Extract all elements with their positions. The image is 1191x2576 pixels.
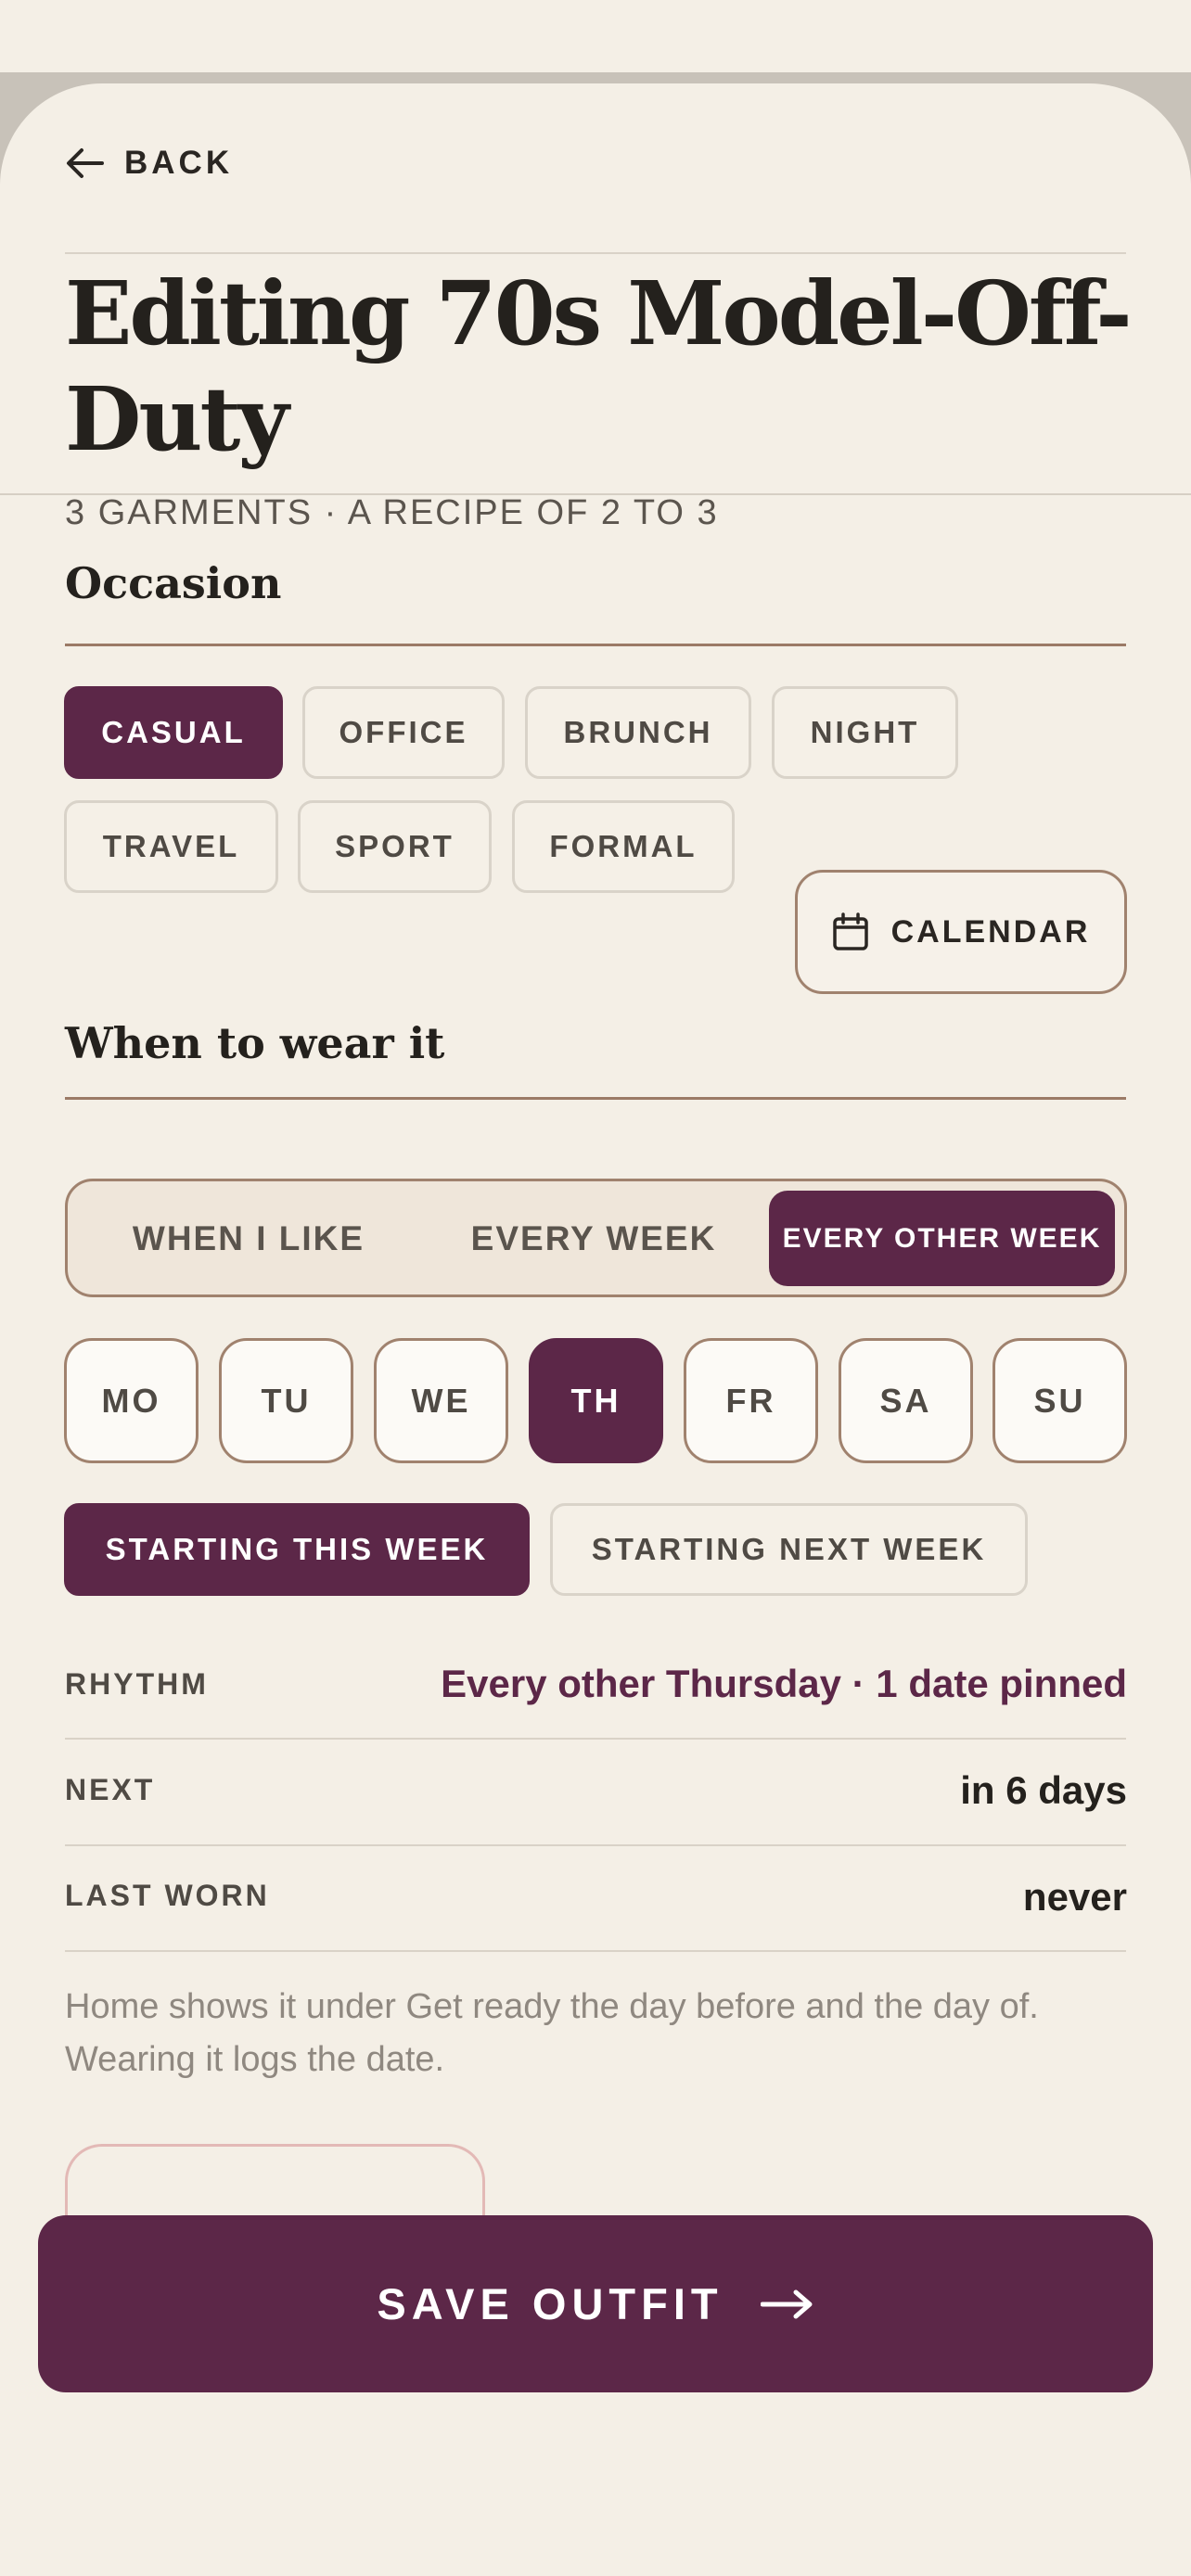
day-we[interactable]: WE xyxy=(374,1338,508,1463)
back-button[interactable]: BACK xyxy=(65,145,233,182)
arrow-left-icon xyxy=(67,148,104,178)
day-sa[interactable]: SA xyxy=(839,1338,973,1463)
frequency-every-other-week[interactable]: EVERY OTHER WEEK xyxy=(769,1191,1115,1286)
back-label: BACK xyxy=(124,145,234,181)
schedule-heading: When to wear it xyxy=(65,1018,445,1068)
day-th[interactable]: TH xyxy=(529,1338,663,1463)
arrow-right-icon xyxy=(760,2289,813,2318)
summary-divider xyxy=(65,1844,1126,1846)
start-this-week[interactable]: STARTING THIS WEEK xyxy=(64,1503,530,1596)
schedule-note: Home shows it under Get ready the day be… xyxy=(65,1987,1039,2079)
page-title: Editing 70s Model-Off-Duty xyxy=(65,262,1133,471)
occasion-heading-wrap: Occasion xyxy=(65,562,281,616)
chip-formal[interactable]: FORMAL xyxy=(512,800,735,893)
hidden-button-peek[interactable] xyxy=(65,2144,485,2218)
chip-casual[interactable]: CASUAL xyxy=(64,686,283,779)
day-mo[interactable]: MO xyxy=(64,1338,198,1463)
summary-divider xyxy=(65,1950,1126,1952)
scroll-divider xyxy=(0,493,1191,495)
frequency-every-week[interactable]: EVERY WEEK xyxy=(422,1191,765,1286)
calendar-label: CALENDAR xyxy=(890,913,1091,950)
rhythm-value: Every other Thursday · 1 date pinned xyxy=(441,1662,1127,1705)
day-tu[interactable]: TU xyxy=(219,1338,353,1463)
chip-travel[interactable]: TRAVEL xyxy=(64,800,278,893)
header-divider xyxy=(65,252,1126,254)
last-worn-label: LAST WORN xyxy=(65,1879,270,1912)
rhythm-label: RHYTHM xyxy=(65,1667,209,1701)
calendar-icon xyxy=(832,912,868,950)
occasion-heading: Occasion xyxy=(65,562,282,608)
next-value: in 6 days xyxy=(960,1768,1127,1812)
schedule-divider xyxy=(65,1097,1126,1100)
frequency-when-i-like[interactable]: WHEN I LIKE xyxy=(77,1191,420,1286)
chip-office[interactable]: OFFICE xyxy=(302,686,505,779)
page-subtitle: 3 GARMENTS · A RECIPE OF 2 TO 3 xyxy=(65,493,719,532)
chip-night[interactable]: NIGHT xyxy=(772,686,958,779)
start-next-week[interactable]: STARTING NEXT WEEK xyxy=(550,1503,1028,1596)
day-su[interactable]: SU xyxy=(992,1338,1127,1463)
save-outfit-button[interactable]: SAVE OUTFIT xyxy=(38,2215,1153,2392)
next-label: NEXT xyxy=(65,1773,156,1806)
occasion-divider xyxy=(65,644,1126,646)
frequency-segmented-control: WHEN I LIKE EVERY WEEK EVERY OTHER WEEK xyxy=(65,1179,1127,1297)
chip-brunch[interactable]: BRUNCH xyxy=(525,686,751,779)
day-fr[interactable]: FR xyxy=(684,1338,818,1463)
summary-divider xyxy=(65,1738,1126,1740)
save-label: SAVE OUTFIT xyxy=(377,2279,724,2328)
status-bar-area xyxy=(0,0,1191,72)
calendar-button[interactable]: CALENDAR xyxy=(795,870,1127,994)
chip-sport[interactable]: SPORT xyxy=(298,800,492,893)
last-worn-value: never xyxy=(1022,1875,1127,1919)
